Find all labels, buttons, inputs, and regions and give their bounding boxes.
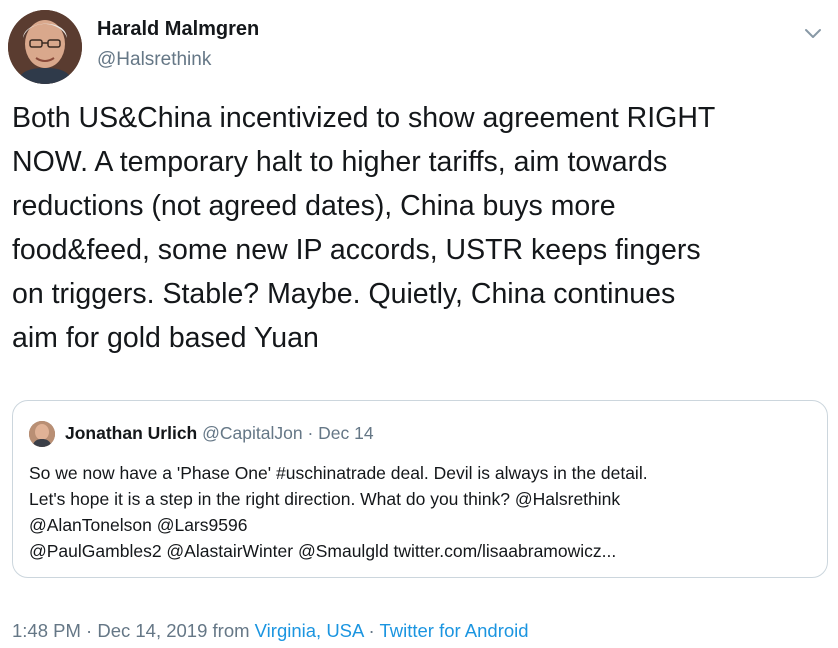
quoted-date[interactable]: Dec 14 (318, 423, 373, 443)
quoted-author-avatar[interactable] (29, 421, 55, 447)
author-handle[interactable]: @Halsrethink (97, 49, 211, 71)
tweet-footer: 1:48 PM · Dec 14, 2019 from Virginia, US… (12, 620, 529, 642)
location-link[interactable]: Virginia, USA (255, 620, 364, 641)
quoted-author-handle[interactable]: @CapitalJon (202, 423, 302, 443)
quoted-tweet-header: Jonathan Urlich @CapitalJon · Dec 14 (65, 423, 374, 444)
author-name[interactable]: Harald Malmgren (97, 18, 259, 41)
tweet-text: Both US&China incentivized to show agree… (12, 102, 716, 354)
footer-separator: · (363, 620, 380, 641)
quoted-author-name[interactable]: Jonathan Urlich (65, 423, 197, 443)
author-avatar[interactable] (8, 10, 82, 84)
source-link[interactable]: Twitter for Android (379, 620, 528, 641)
quoted-avatar-image (29, 421, 55, 447)
tweet: Harald Malmgren @Halsrethink Both US&Chi… (0, 0, 838, 648)
author-avatar-image (8, 10, 82, 84)
tweet-timestamp[interactable]: 1:48 PM · Dec 14, 2019 from (12, 620, 255, 641)
quoted-tweet-text: So we now have a 'Phase One' #uschinatra… (29, 463, 648, 561)
chevron-down-icon[interactable] (800, 20, 826, 46)
quoted-separator: · (307, 423, 314, 443)
quoted-tweet[interactable]: Jonathan Urlich @CapitalJon · Dec 14 So … (12, 400, 828, 578)
